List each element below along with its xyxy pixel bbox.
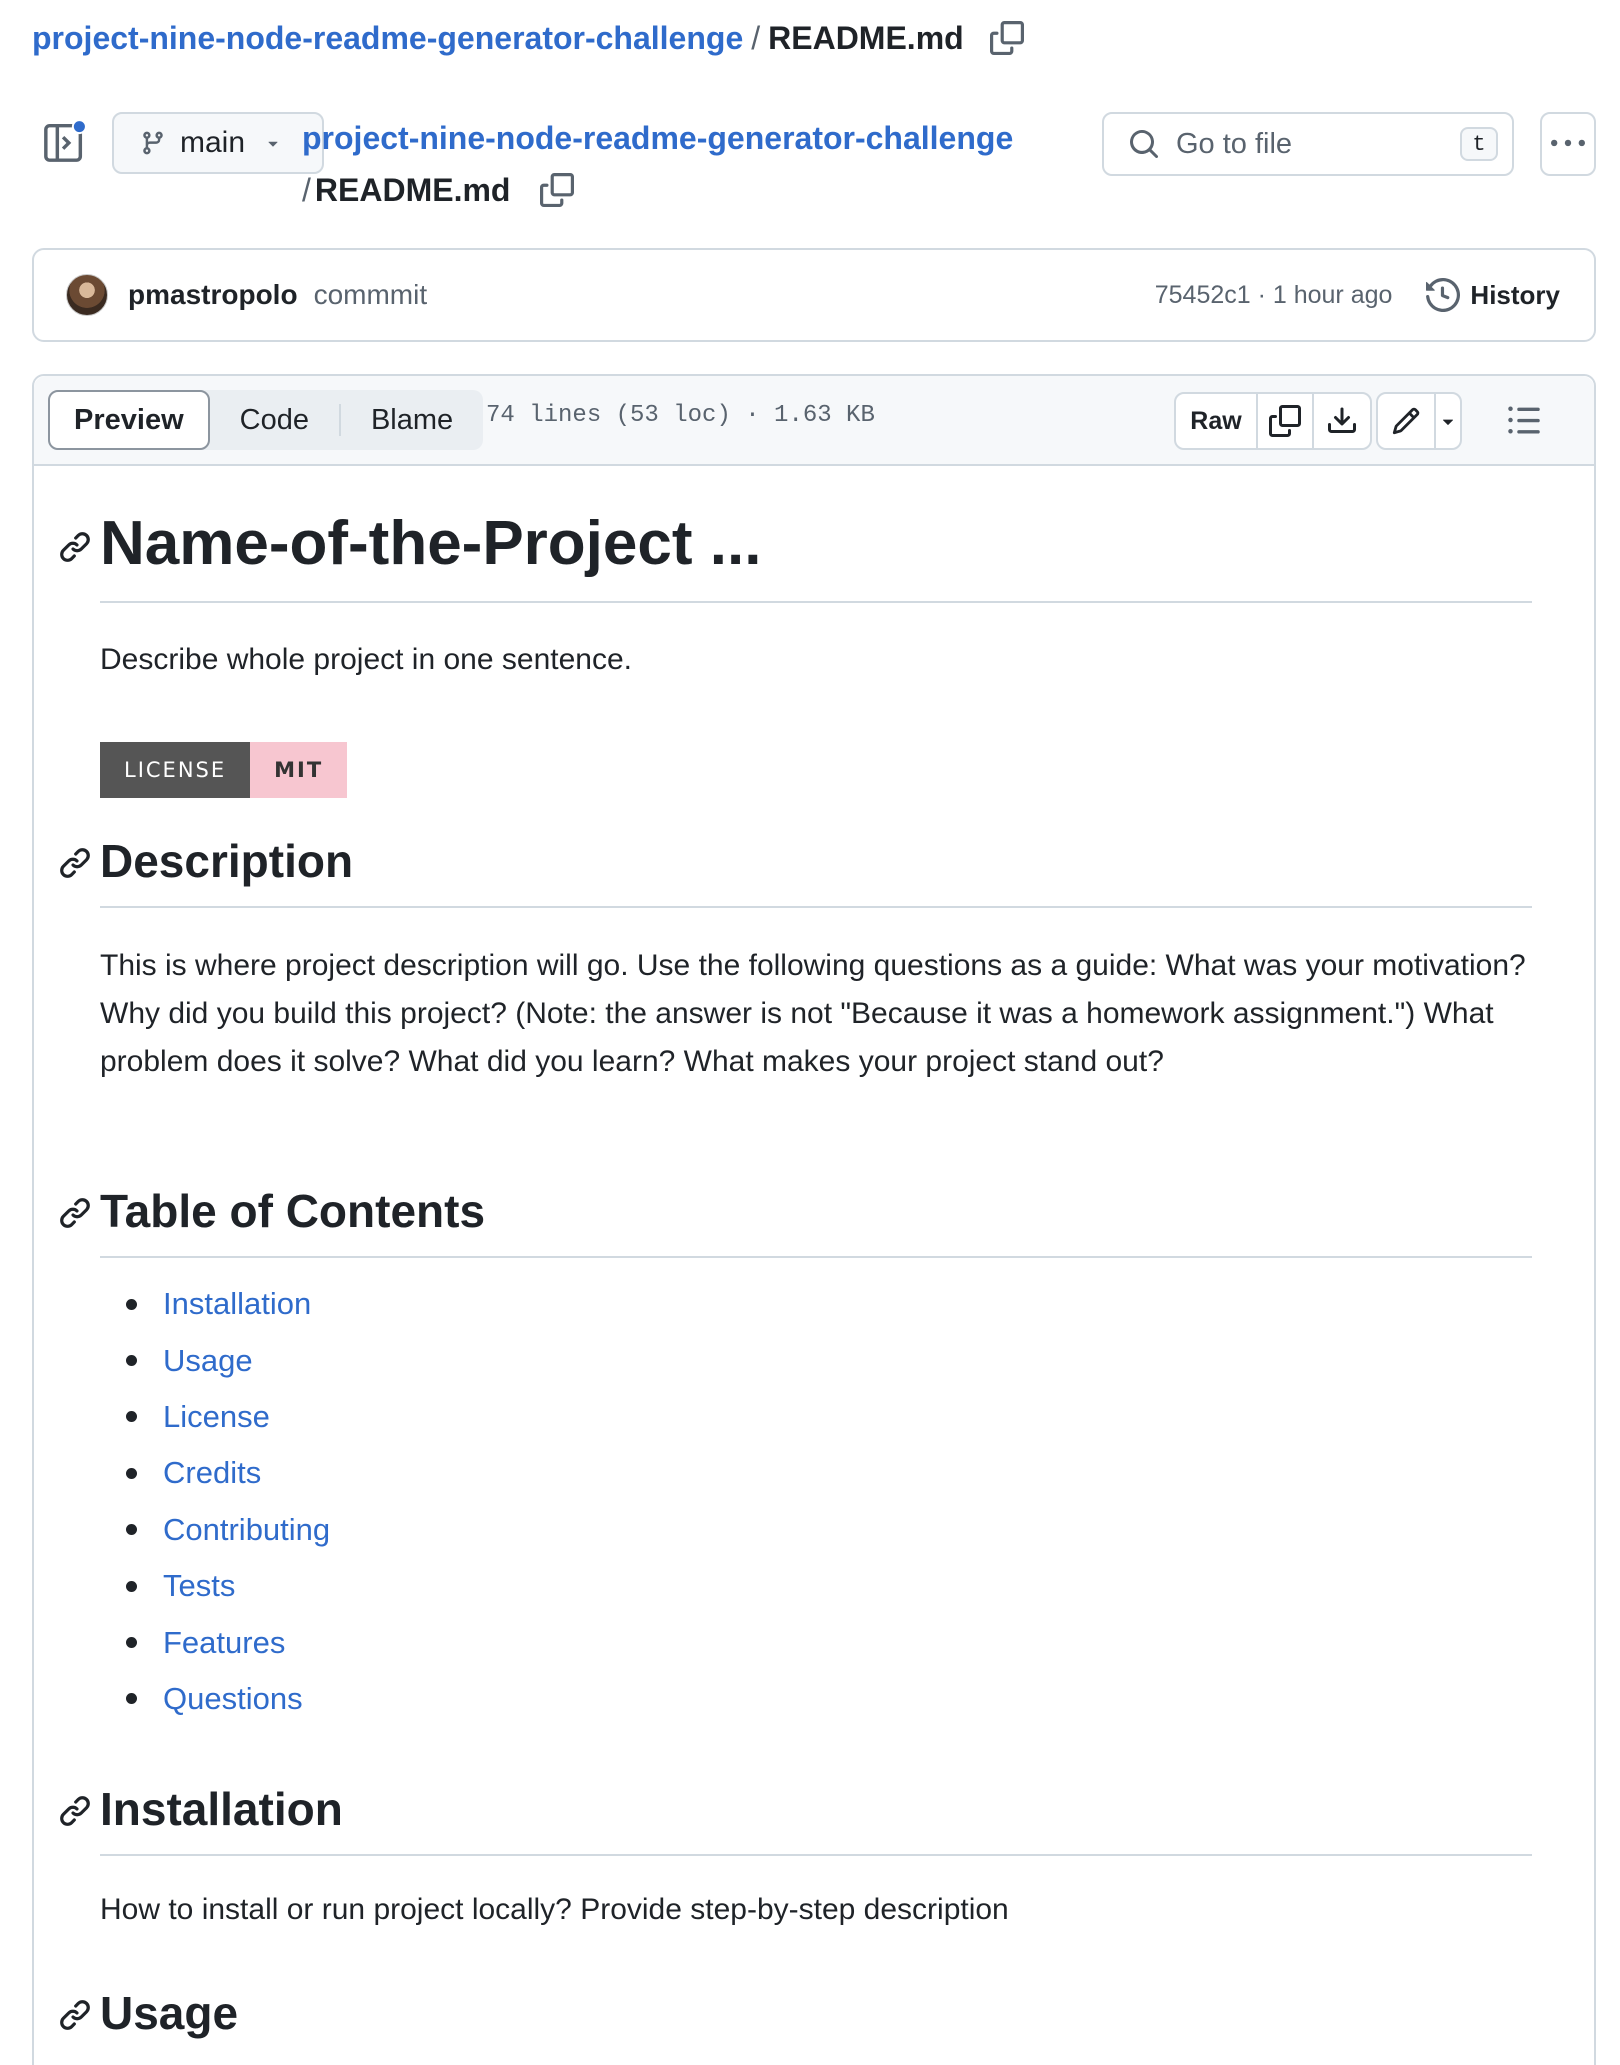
commit-message[interactable]: commmit bbox=[314, 279, 1155, 311]
history-label: History bbox=[1470, 279, 1560, 310]
more-options-button[interactable] bbox=[1540, 112, 1596, 176]
bullet bbox=[126, 1524, 137, 1536]
heading-divider bbox=[100, 906, 1532, 908]
bullet bbox=[126, 1298, 137, 1310]
list-item: Usage bbox=[126, 1332, 330, 1388]
heading-divider bbox=[100, 1854, 1532, 1856]
repo-link-secondary[interactable]: project-nine-node-readme-generator-chall… bbox=[302, 120, 1013, 156]
readme-title: Name-of-the-Project ... bbox=[100, 509, 762, 578]
history-icon bbox=[1426, 278, 1470, 312]
copy-path-icon[interactable] bbox=[989, 21, 1024, 55]
file-name-secondary: README.md bbox=[314, 172, 511, 208]
license-badge[interactable]: LICENSE MIT bbox=[100, 742, 348, 798]
toc-link-tests[interactable]: Tests bbox=[163, 1568, 235, 1604]
branch-label: main bbox=[180, 126, 246, 159]
heading-divider bbox=[100, 601, 1532, 603]
avatar[interactable] bbox=[66, 274, 108, 316]
bullet bbox=[126, 1637, 137, 1649]
keyboard-shortcut-hint: t bbox=[1460, 127, 1498, 161]
edit-actions-group bbox=[1376, 392, 1462, 450]
file-breadcrumb: project-nine-node-readme-generator-chall… bbox=[302, 112, 1062, 216]
breadcrumb-separator: / bbox=[751, 19, 761, 56]
copy-icon bbox=[1269, 405, 1301, 437]
list-item: Credits bbox=[126, 1445, 330, 1501]
file-stats: 74 lines (53 loc) · 1.63 KB bbox=[486, 402, 875, 429]
description-text: This is where project description will g… bbox=[100, 949, 1526, 1078]
toc-link-features[interactable]: Features bbox=[163, 1625, 285, 1661]
installation-text: How to install or run project locally? P… bbox=[100, 1893, 1009, 1926]
search-icon bbox=[1128, 128, 1160, 160]
list-item: License bbox=[126, 1389, 330, 1445]
edit-file-button[interactable] bbox=[1378, 394, 1436, 448]
link-anchor-icon[interactable] bbox=[58, 846, 92, 880]
link-anchor-icon[interactable] bbox=[58, 1794, 92, 1828]
toc-link-usage[interactable]: Usage bbox=[163, 1343, 253, 1379]
list-item: Questions bbox=[126, 1671, 330, 1727]
tab-preview[interactable]: Preview bbox=[48, 390, 210, 450]
file-name: README.md bbox=[768, 19, 964, 56]
toc-list: Installation Usage License Credits Contr… bbox=[126, 1276, 330, 1727]
kebab-horizontal-icon bbox=[1551, 127, 1585, 161]
toc-heading: Table of Contents bbox=[100, 1185, 486, 1237]
view-mode-switch: Preview Code Blame bbox=[48, 390, 484, 450]
heading-divider bbox=[100, 1256, 1532, 1258]
git-branch-icon bbox=[140, 130, 166, 156]
history-button[interactable]: History bbox=[1426, 278, 1560, 312]
badge-label: LICENSE bbox=[100, 742, 251, 798]
usage-heading: Usage bbox=[100, 1987, 239, 2039]
file-viewer: Preview Code Blame 74 lines (53 loc) · 1… bbox=[32, 374, 1596, 2065]
toc-link-license[interactable]: License bbox=[163, 1399, 270, 1435]
download-raw-button[interactable] bbox=[1314, 394, 1370, 448]
file-header: Preview Code Blame 74 lines (53 loc) · 1… bbox=[34, 376, 1594, 466]
commit-hash-time[interactable]: 75452c1 · 1 hour ago bbox=[1155, 281, 1393, 310]
outline-list-icon[interactable] bbox=[1506, 402, 1542, 438]
toc-link-contributing[interactable]: Contributing bbox=[163, 1512, 330, 1548]
list-item: Contributing bbox=[126, 1502, 330, 1558]
copy-raw-button[interactable] bbox=[1258, 394, 1314, 448]
toc-link-credits[interactable]: Credits bbox=[163, 1455, 261, 1491]
edit-options-dropdown[interactable] bbox=[1436, 394, 1460, 448]
top-breadcrumb: project-nine-node-readme-generator-chall… bbox=[32, 14, 1024, 62]
sidebar-expand-button[interactable] bbox=[42, 118, 88, 164]
link-anchor-icon[interactable] bbox=[58, 1196, 92, 1230]
copy-path-icon[interactable] bbox=[540, 173, 575, 207]
bullet bbox=[126, 1693, 137, 1705]
link-anchor-icon[interactable] bbox=[58, 1998, 92, 2032]
list-item: Installation bbox=[126, 1276, 330, 1332]
chevron-down-icon bbox=[263, 133, 283, 153]
raw-button[interactable]: Raw bbox=[1176, 394, 1258, 448]
tab-code[interactable]: Code bbox=[210, 390, 339, 450]
commit-author[interactable]: pmastropolo bbox=[128, 279, 298, 311]
list-item: Tests bbox=[126, 1558, 330, 1614]
installation-heading: Installation bbox=[100, 1783, 343, 1835]
breadcrumb-separator: / bbox=[302, 172, 311, 208]
toc-link-questions[interactable]: Questions bbox=[163, 1681, 303, 1717]
go-to-file-placeholder: Go to file bbox=[1176, 127, 1293, 160]
go-to-file-input[interactable]: Go to file t bbox=[1102, 112, 1514, 176]
tab-blame[interactable]: Blame bbox=[341, 390, 483, 450]
triangle-down-icon bbox=[1437, 410, 1459, 432]
badge-value: MIT bbox=[250, 742, 348, 798]
repo-link[interactable]: project-nine-node-readme-generator-chall… bbox=[32, 20, 743, 57]
bullet bbox=[126, 1580, 137, 1592]
raw-actions-group: Raw bbox=[1174, 392, 1372, 450]
description-heading: Description bbox=[100, 835, 354, 887]
toc-link-installation[interactable]: Installation bbox=[163, 1286, 311, 1322]
link-anchor-icon[interactable] bbox=[58, 530, 92, 564]
list-item: Features bbox=[126, 1614, 330, 1670]
bullet bbox=[126, 1411, 137, 1423]
bullet bbox=[126, 1355, 137, 1367]
branch-selector[interactable]: main bbox=[112, 112, 324, 174]
readme-tagline: Describe whole project in one sentence. bbox=[100, 643, 632, 676]
pencil-icon bbox=[1391, 406, 1421, 436]
download-icon bbox=[1326, 405, 1358, 437]
bullet bbox=[126, 1467, 137, 1479]
latest-commit-bar: pmastropolo commmit 75452c1 · 1 hour ago… bbox=[32, 248, 1596, 342]
